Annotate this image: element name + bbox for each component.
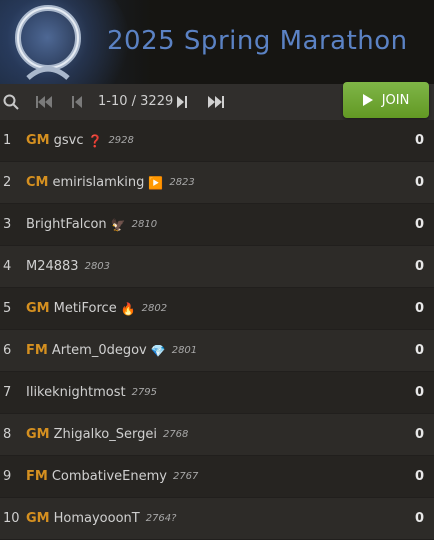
join-button[interactable]: JOIN — [343, 82, 429, 118]
player-flair-icon: 💎 — [150, 343, 166, 358]
table-row[interactable]: 5 GM MetiForce 🔥 2802 0 — [0, 288, 434, 330]
player-name[interactable]: CombativeEnemy — [52, 469, 167, 484]
player-score: 0 — [414, 133, 424, 148]
rank: 8 — [3, 427, 12, 442]
tournament-title: 2025 Spring Marathon — [107, 26, 408, 56]
player-name[interactable]: Ilikeknightmost — [26, 385, 126, 400]
player-flair-icon: 🔥 — [120, 301, 136, 316]
search-icon[interactable] — [3, 93, 19, 111]
last-page-icon[interactable] — [207, 93, 225, 111]
rank: 1 — [3, 133, 12, 148]
player-title-badge: GM — [26, 427, 50, 442]
standings-table: 1 GM gsvc ❓ 2928 0 2 CM emirislamking ▶️… — [0, 120, 434, 540]
player-score: 0 — [414, 217, 424, 232]
rank: 6 — [3, 343, 12, 358]
player-name[interactable]: Zhigalko_Sergei — [54, 427, 157, 442]
table-row[interactable]: 4 M24883 2803 0 — [0, 246, 434, 288]
player-title-badge: GM — [26, 133, 50, 148]
player-title-badge: CM — [26, 175, 49, 190]
player-score: 0 — [414, 175, 424, 190]
rank: 2 — [3, 175, 12, 190]
player-name[interactable]: MetiForce — [54, 301, 117, 316]
play-icon — [362, 94, 373, 106]
player-rating: 2810 — [131, 219, 158, 230]
player-title-badge: GM — [26, 301, 50, 316]
player-rating: 2823 — [169, 177, 195, 188]
table-row[interactable]: 1 GM gsvc ❓ 2928 0 — [0, 120, 434, 162]
player-rating: 2767 — [172, 471, 199, 482]
pager-text: 1-10 / 3229 — [98, 94, 174, 109]
first-page-icon[interactable] — [36, 93, 54, 111]
prev-page-icon[interactable] — [72, 93, 84, 111]
player-name[interactable]: M24883 — [26, 259, 79, 274]
player-flair-icon: 🦅 — [110, 217, 126, 232]
player-name[interactable]: gsvc — [54, 133, 84, 148]
table-row[interactable]: 7 Ilikeknightmost 2795 0 — [0, 372, 434, 414]
player-rating: 2801 — [171, 345, 198, 356]
player-score: 0 — [414, 343, 424, 358]
player-name[interactable]: emirislamking — [52, 175, 144, 190]
player-flair-icon: ▶️ — [148, 175, 164, 190]
table-row[interactable]: 3 BrightFalcon 🦅 2810 0 — [0, 204, 434, 246]
player-score: 0 — [414, 385, 424, 400]
player-flair-icon: ❓ — [87, 133, 103, 148]
player-rating: 2928 — [108, 135, 134, 146]
player-score: 0 — [414, 511, 424, 526]
player-score: 0 — [414, 259, 424, 274]
table-row[interactable]: 6 FM Artem_0degov 💎 2801 0 — [0, 330, 434, 372]
player-name[interactable]: Artem_0degov — [52, 343, 147, 358]
rank: 5 — [3, 301, 12, 316]
player-title-badge: FM — [26, 469, 48, 484]
player-title-badge: FM — [26, 343, 48, 358]
rank: 10 — [3, 511, 20, 526]
table-row[interactable]: 2 CM emirislamking ▶️ 2823 0 — [0, 162, 434, 204]
table-row[interactable]: 8 GM Zhigalko_Sergei 2768 0 — [0, 414, 434, 456]
rank: 7 — [3, 385, 12, 400]
rank: 9 — [3, 469, 12, 484]
player-rating: 2795 — [131, 387, 158, 398]
player-score: 0 — [414, 427, 424, 442]
rank: 3 — [3, 217, 12, 232]
player-rating: 2803 — [84, 261, 111, 272]
rank: 4 — [3, 259, 12, 274]
player-score: 0 — [414, 301, 424, 316]
player-rating: 2764? — [145, 513, 177, 524]
table-row[interactable]: 10 GM HomayooonT 2764? 0 — [0, 498, 434, 540]
table-row[interactable]: 9 FM CombativeEnemy 2767 0 — [0, 456, 434, 498]
player-rating: 2768 — [162, 429, 189, 440]
player-rating: 2802 — [141, 303, 168, 314]
next-page-icon[interactable] — [176, 93, 188, 111]
player-name[interactable]: HomayooonT — [54, 511, 140, 526]
tournament-header: 2025 Spring Marathon — [0, 0, 434, 84]
join-label: JOIN — [381, 92, 410, 108]
player-score: 0 — [414, 469, 424, 484]
player-title-badge: GM — [26, 511, 50, 526]
player-name[interactable]: BrightFalcon — [26, 217, 107, 232]
